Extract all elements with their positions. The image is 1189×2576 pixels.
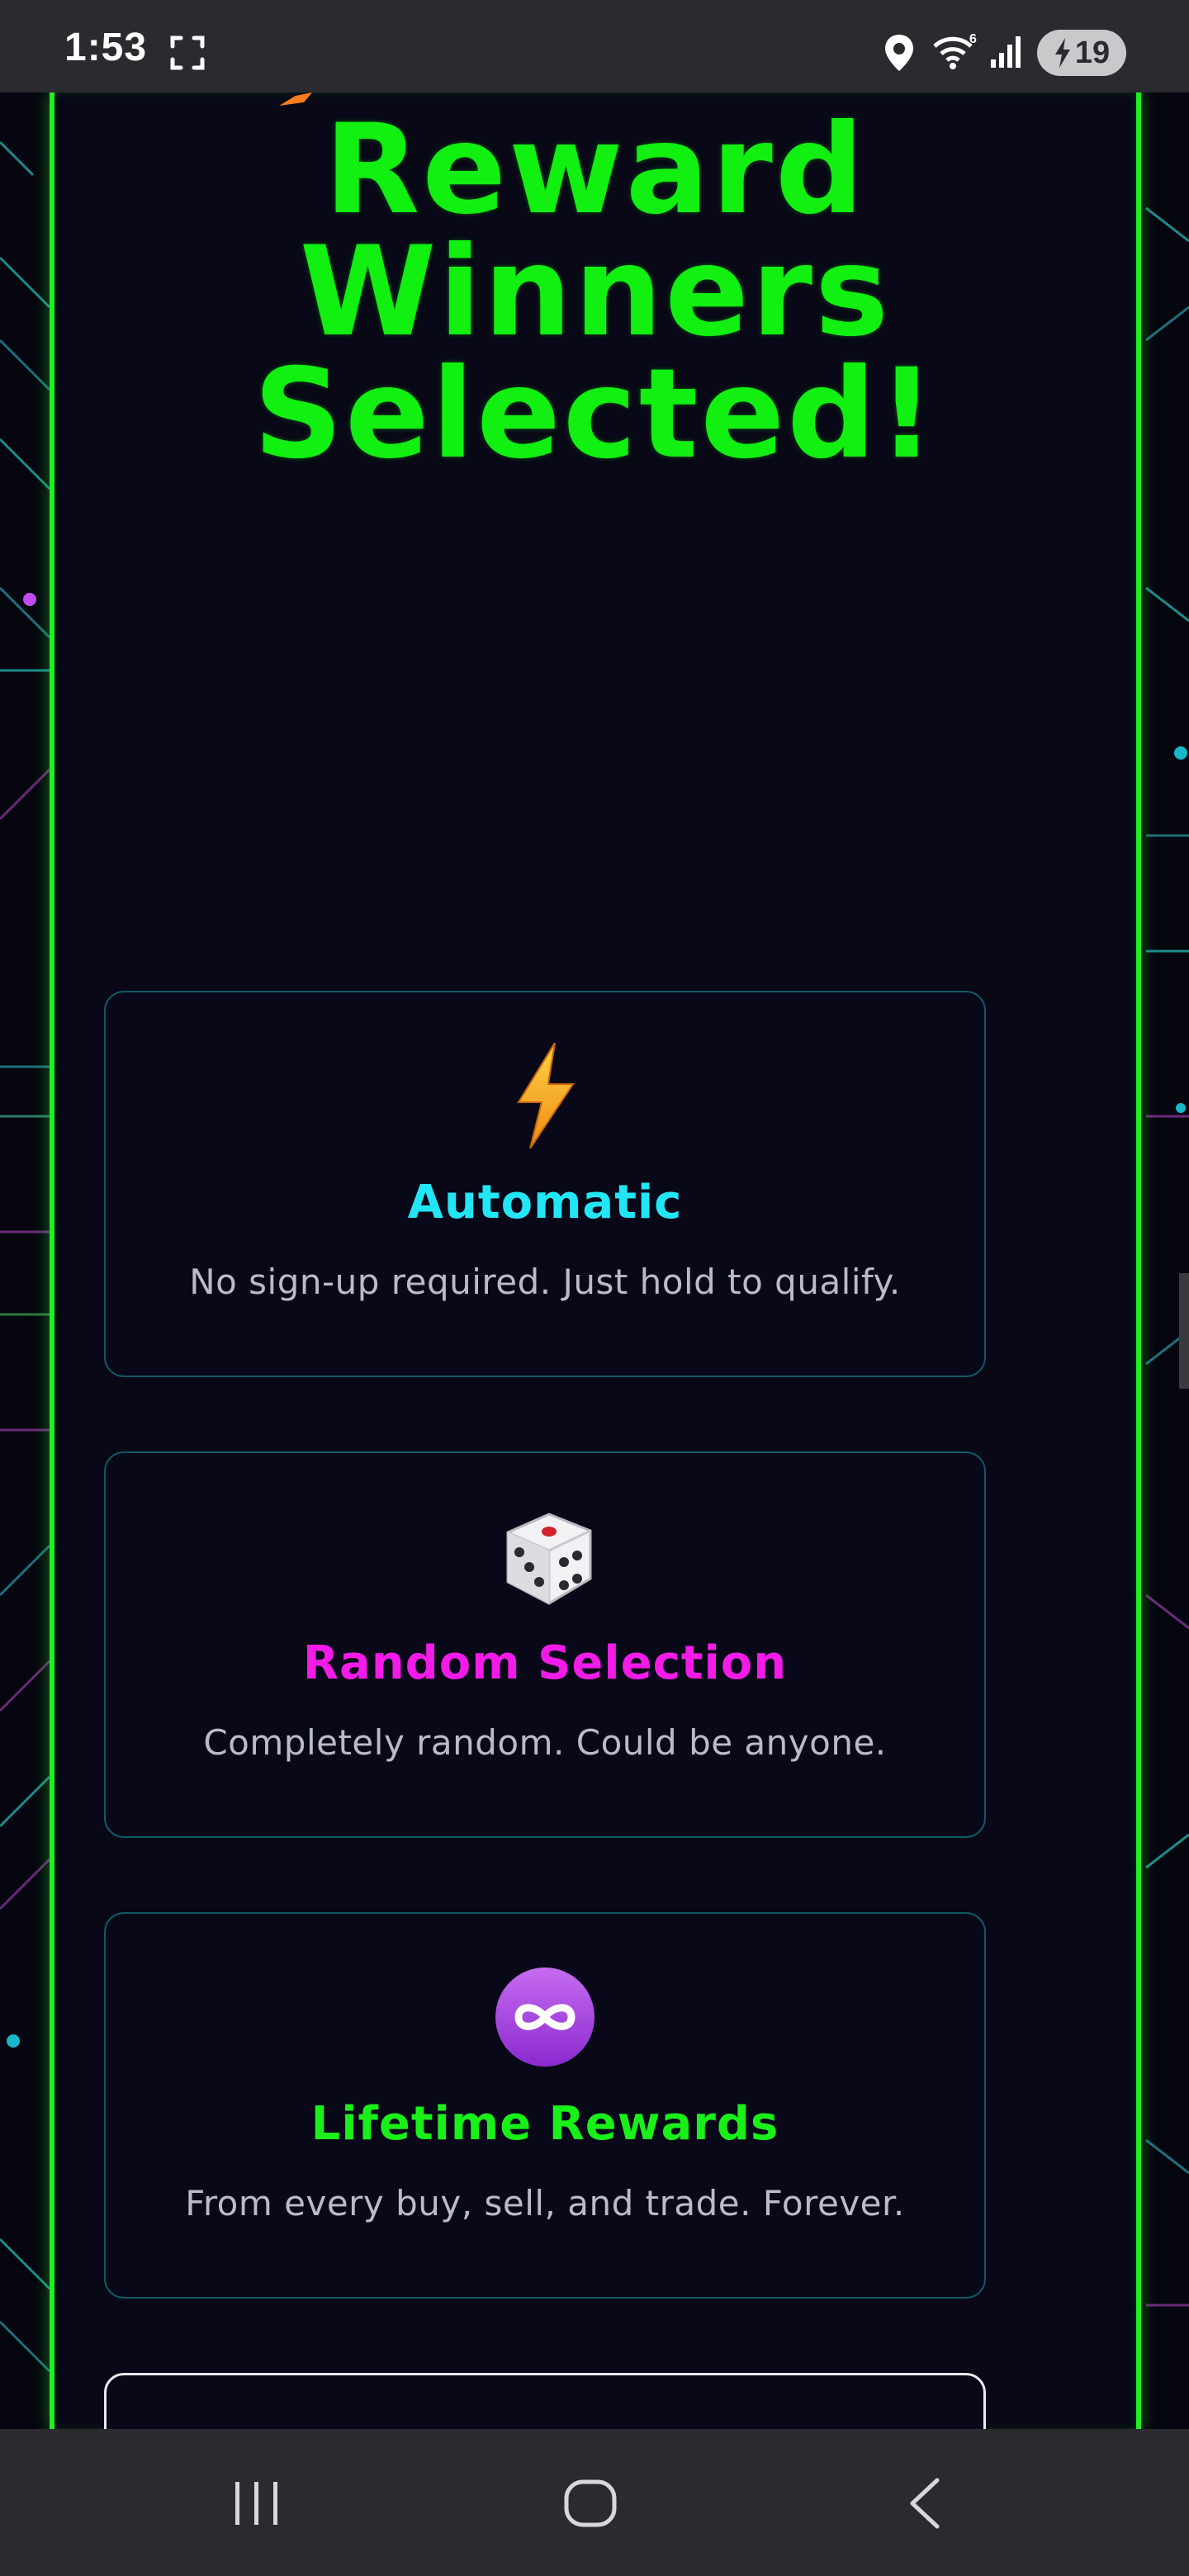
feature-card-automatic: Automatic No sign-up required. Just hold… <box>104 991 986 1377</box>
lightning-icon <box>491 1042 599 1149</box>
infinity-icon <box>491 1963 599 2071</box>
svg-text:6: 6 <box>969 32 977 46</box>
back-icon <box>910 2478 940 2529</box>
home-button[interactable] <box>545 2470 636 2536</box>
rocket-icon <box>279 92 312 106</box>
home-icon <box>564 2479 617 2527</box>
feature-title: Automatic <box>407 1176 683 1229</box>
hero-title-line: Reward <box>324 98 867 242</box>
wifi-icon: 6 <box>931 31 979 74</box>
feature-description: From every buy, sell, and trade. Forever… <box>185 2183 905 2223</box>
feature-card-lifetime-rewards: Lifetime Rewards From every buy, sell, a… <box>104 1912 986 2299</box>
hero-title-line: Winners <box>299 220 892 364</box>
screenshot-icon <box>169 35 206 74</box>
navigation-bar <box>0 2429 1189 2576</box>
next-card <box>104 2373 986 2429</box>
battery-indicator: 19 <box>1037 30 1126 76</box>
status-time: 1:53 <box>64 26 148 69</box>
battery-level: 19 <box>1074 35 1111 70</box>
feature-title: Random Selection <box>302 1636 788 1690</box>
web-page[interactable]: Reward Winners Selected! Automatic No si… <box>0 92 1189 2429</box>
dice-icon <box>491 1503 599 1610</box>
hero-title-line: Selected! <box>253 343 938 486</box>
location-icon <box>883 33 915 76</box>
feature-card-random-selection: Random Selection Completely random. Coul… <box>104 1451 986 1838</box>
back-button[interactable] <box>879 2470 969 2536</box>
feature-title: Lifetime Rewards <box>310 2097 779 2151</box>
signal-icon <box>989 35 1026 73</box>
hero-title: Reward Winners Selected! <box>54 98 1136 486</box>
recent-apps-icon <box>235 2482 277 2525</box>
feature-description: No sign-up required. Just hold to qualif… <box>189 1262 901 1302</box>
recent-apps-button[interactable] <box>211 2470 302 2536</box>
battery-charging-icon <box>1054 38 1070 68</box>
status-bar: 1:53 6 19 <box>0 0 1189 92</box>
feature-description: Completely random. Could be anyone. <box>203 1722 887 1763</box>
